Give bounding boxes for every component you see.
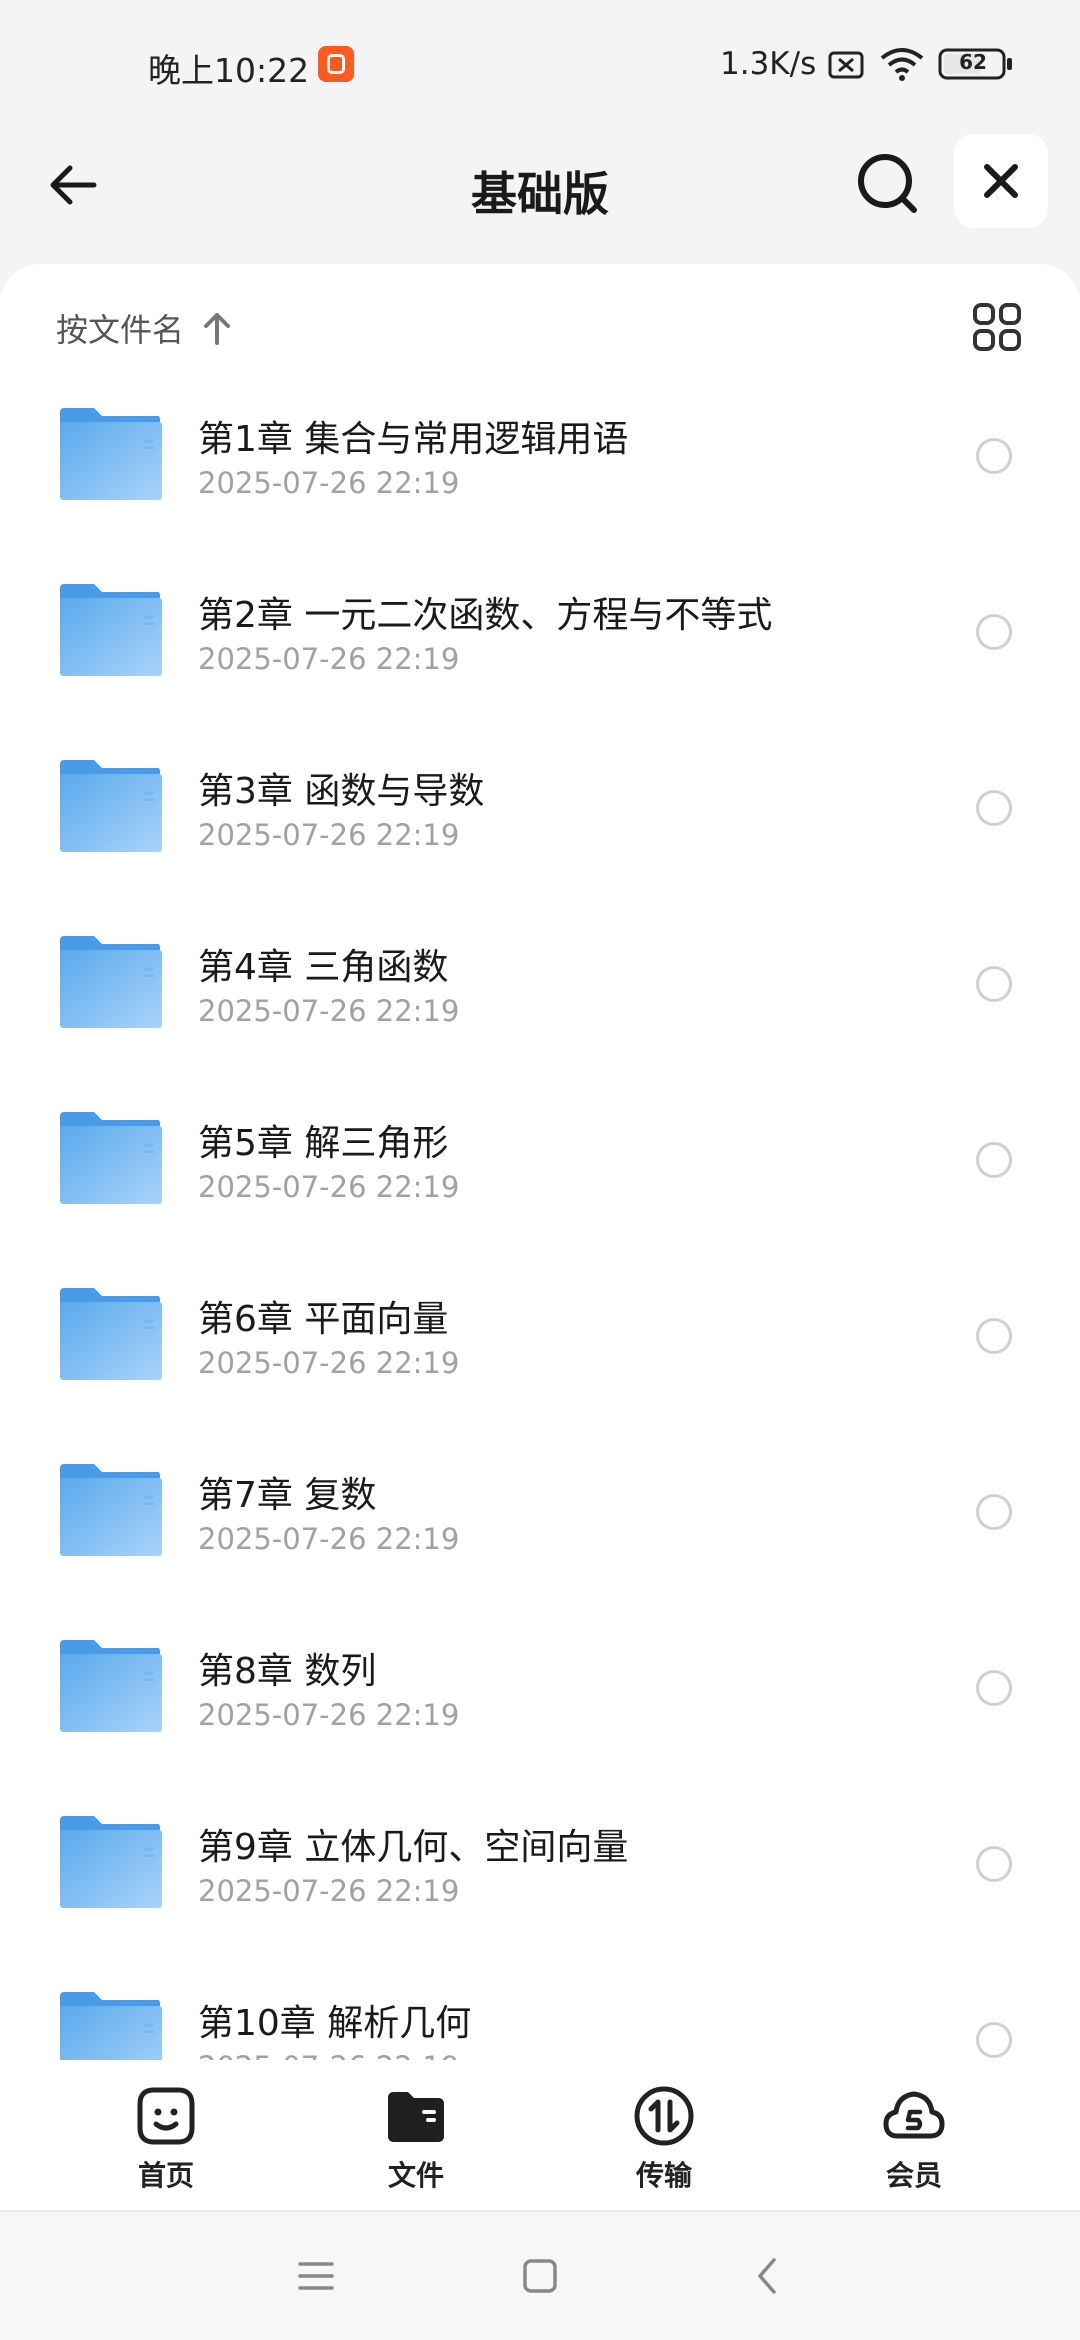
folder-files-icon	[388, 2092, 444, 2142]
folder-icon	[60, 1288, 162, 1380]
file-name: 第7章 复数	[198, 1475, 377, 1516]
folder-icon	[60, 1464, 162, 1556]
folder-icon	[60, 1992, 162, 2060]
file-date: 2025-07-26 22:19	[198, 1698, 460, 1732]
file-date: 2025-07-26 22:19	[198, 1874, 460, 1908]
status-bar: 晚上10:22 1.3K/s 62	[0, 0, 1080, 130]
select-radio[interactable]	[976, 1494, 1012, 1530]
folder-icon	[60, 1816, 162, 1908]
file-date: 2025-07-26 22:19	[198, 994, 460, 1028]
sort-label: 按文件名	[56, 311, 185, 349]
file-name: 第10章 解析几何	[198, 2003, 472, 2044]
menu-icon[interactable]	[296, 2256, 336, 2296]
list-item[interactable]: 第5章 解三角形 2025-07-26 22:19	[0, 1088, 1080, 1264]
file-date: 2025-07-26 22:19	[198, 2050, 459, 2060]
select-radio[interactable]	[976, 438, 1012, 474]
back-chevron-icon[interactable]	[748, 2256, 788, 2296]
nav-home-label: 首页	[137, 2159, 194, 2192]
battery-level: 62	[959, 50, 987, 74]
select-radio[interactable]	[976, 1142, 1012, 1178]
file-name: 第8章 数列	[198, 1651, 377, 1692]
nav-transfer[interactable]: 传输	[584, 2084, 744, 2204]
nav-member[interactable]: 会员	[834, 2084, 994, 2204]
app-notification-icon	[318, 46, 354, 82]
select-radio[interactable]	[976, 614, 1012, 650]
wifi-icon	[880, 48, 924, 81]
folder-icon	[60, 584, 162, 676]
file-date: 2025-07-26 22:19	[198, 1170, 460, 1204]
file-name: 第5章 解三角形	[198, 1123, 449, 1164]
file-name: 第1章 集合与常用逻辑用语	[198, 419, 629, 460]
system-navigation-bar	[0, 2212, 1080, 2340]
select-radio[interactable]	[976, 1670, 1012, 1706]
folder-icon	[60, 760, 162, 852]
smiley-home-icon	[137, 2087, 195, 2145]
file-list: 第1章 集合与常用逻辑用语 2025-07-26 22:19 第2章 一元二次函…	[0, 384, 1080, 2060]
nav-files[interactable]: 文件	[336, 2084, 496, 2204]
list-item[interactable]: 第4章 三角函数 2025-07-26 22:19	[0, 912, 1080, 1088]
list-item[interactable]: 第3章 函数与导数 2025-07-26 22:19	[0, 736, 1080, 912]
folder-icon	[60, 408, 162, 500]
nav-files-label: 文件	[387, 2159, 444, 2192]
network-speed: 1.3K/s	[720, 46, 817, 82]
sort-toggle[interactable]: 按文件名	[56, 306, 232, 350]
nav-transfer-label: 传输	[635, 2159, 692, 2192]
grid-view-icon[interactable]	[972, 302, 1022, 352]
cloud-member-icon	[883, 2091, 945, 2139]
search-icon[interactable]	[852, 148, 924, 220]
list-item[interactable]: 第10章 解析几何 2025-07-26 22:19	[0, 1968, 1080, 2060]
nav-home[interactable]: 首页	[86, 2084, 246, 2204]
list-item[interactable]: 第2章 一元二次函数、方程与不等式 2025-07-26 22:19	[0, 560, 1080, 736]
folder-icon	[60, 936, 162, 1028]
sim-disabled-icon	[828, 51, 864, 79]
select-radio[interactable]	[976, 1846, 1012, 1882]
select-radio[interactable]	[976, 966, 1012, 1002]
close-icon	[984, 164, 1018, 198]
file-date: 2025-07-26 22:19	[198, 1346, 460, 1380]
file-name: 第6章 平面向量	[198, 1299, 449, 1340]
bottom-navigation: 首页 文件 传输 会员	[0, 2064, 1080, 2212]
select-radio[interactable]	[976, 2022, 1012, 2058]
file-date: 2025-07-26 22:19	[198, 818, 460, 852]
file-date: 2025-07-26 22:19	[198, 466, 460, 500]
status-time: 晚上10:22	[148, 51, 310, 90]
list-item[interactable]: 第8章 数列 2025-07-26 22:19	[0, 1616, 1080, 1792]
list-item[interactable]: 第6章 平面向量 2025-07-26 22:19	[0, 1264, 1080, 1440]
arrow-up-icon	[204, 313, 231, 345]
list-item[interactable]: 第9章 立体几何、空间向量 2025-07-26 22:19	[0, 1792, 1080, 1968]
close-button[interactable]	[954, 134, 1048, 228]
folder-icon	[60, 1640, 162, 1732]
top-app-bar: 基础版	[0, 130, 1080, 260]
file-date: 2025-07-26 22:19	[198, 642, 460, 676]
list-item[interactable]: 第1章 集合与常用逻辑用语 2025-07-26 22:19	[0, 384, 1080, 560]
home-square-icon[interactable]	[520, 2256, 560, 2296]
file-name: 第9章 立体几何、空间向量	[198, 1827, 629, 1868]
folder-icon	[60, 1112, 162, 1204]
file-name: 第4章 三角函数	[198, 947, 449, 988]
list-item[interactable]: 第7章 复数 2025-07-26 22:19	[0, 1440, 1080, 1616]
file-list-panel: 按文件名 第1章 集合与常用逻辑用语 2025-07-26 22:19 第2章 …	[0, 264, 1080, 2064]
select-radio[interactable]	[976, 790, 1012, 826]
file-date: 2025-07-26 22:19	[198, 1522, 460, 1556]
file-name: 第2章 一元二次函数、方程与不等式	[198, 595, 773, 636]
transfer-arrows-icon	[634, 2086, 694, 2146]
select-radio[interactable]	[976, 1318, 1012, 1354]
nav-member-label: 会员	[885, 2159, 942, 2192]
file-name: 第3章 函数与导数	[198, 771, 485, 812]
